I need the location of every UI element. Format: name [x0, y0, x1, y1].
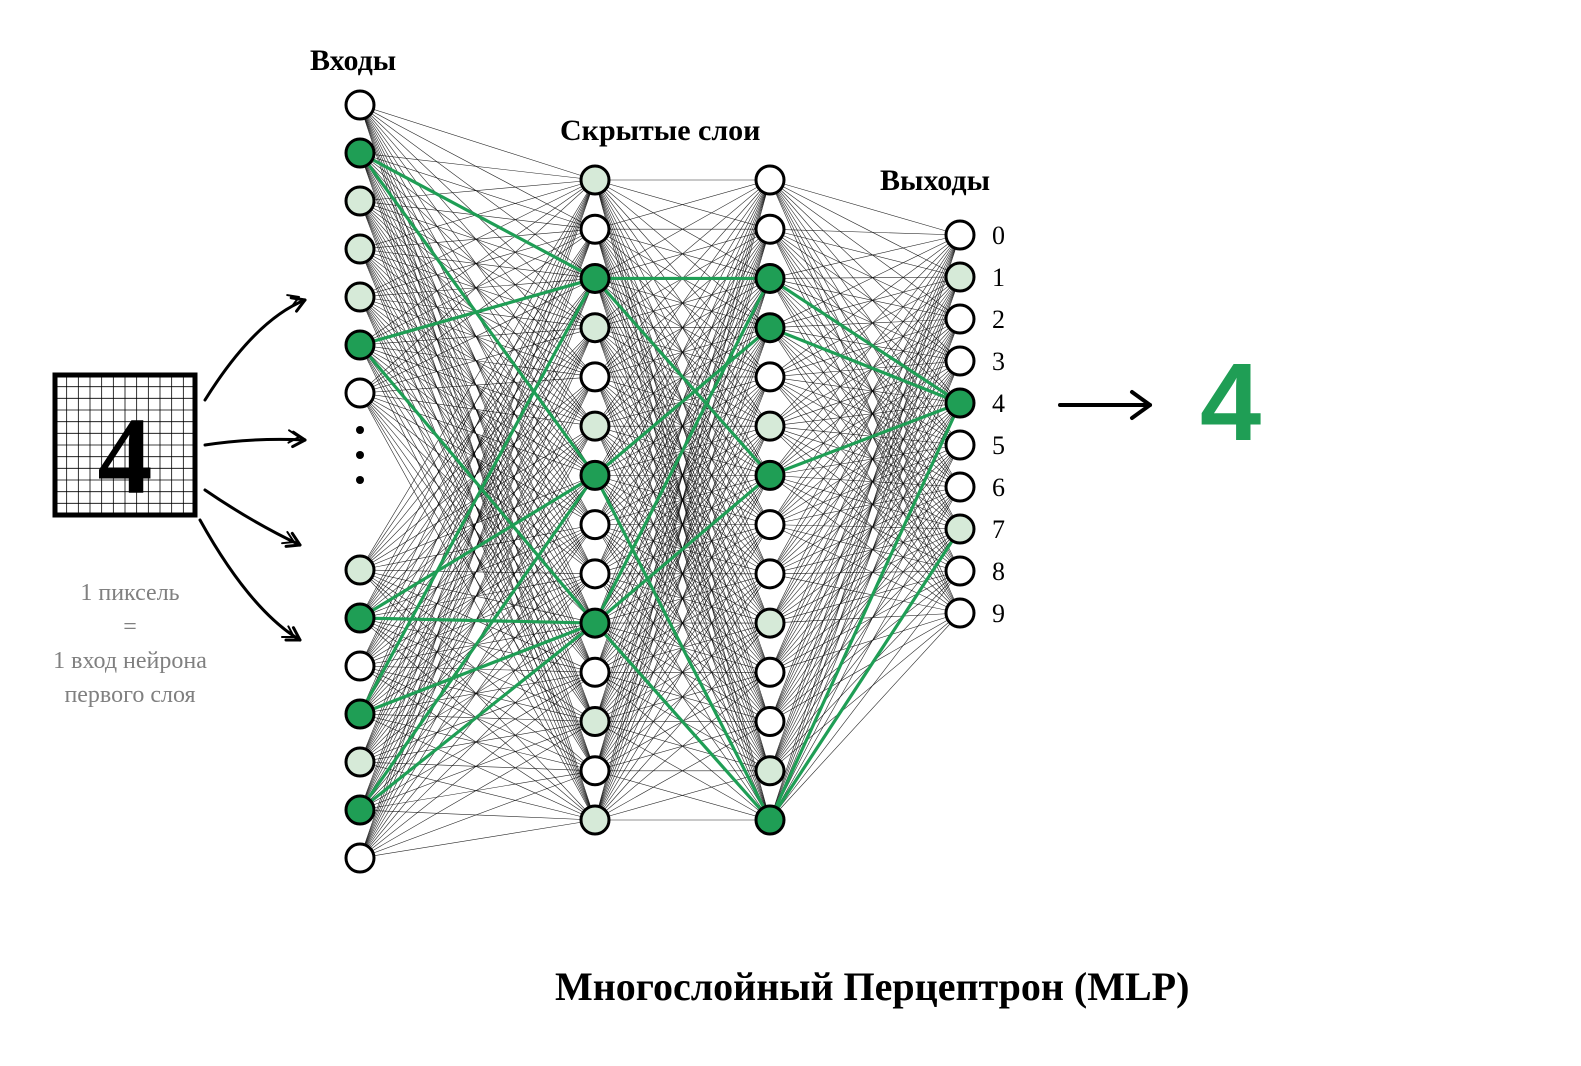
output-label-4: 4 [992, 389, 1005, 418]
input-node-3 [346, 235, 374, 263]
hidden2-node-1 [756, 215, 784, 243]
output-label-3: 3 [992, 347, 1005, 376]
ellipsis-dot [356, 451, 364, 459]
pixel_note_l2: = [123, 614, 137, 640]
output-node-1 [946, 263, 974, 291]
hidden2-node-12 [756, 757, 784, 785]
label-inputs: Входы [310, 44, 396, 77]
output-label-5: 5 [992, 431, 1005, 460]
input-node-10 [346, 700, 374, 728]
output-node-9 [946, 599, 974, 627]
hidden1-node-5 [581, 412, 609, 440]
hidden1-node-11 [581, 708, 609, 736]
pixel_note_l1: 1 пиксель [80, 580, 179, 606]
input-node-13 [346, 844, 374, 872]
hidden2-node-5 [756, 412, 784, 440]
hidden2-node-9 [756, 609, 784, 637]
ellipsis-dot [356, 426, 364, 434]
hidden2-node-10 [756, 658, 784, 686]
hidden2-node-13 [756, 806, 784, 834]
hidden1-node-1 [581, 215, 609, 243]
hidden1-node-2 [581, 264, 609, 292]
output-node-0 [946, 221, 974, 249]
input-glyph: 4 [98, 395, 153, 517]
hidden2-node-11 [756, 708, 784, 736]
output-label-6: 6 [992, 473, 1005, 502]
output-label-0: 0 [992, 221, 1005, 250]
predicted-digit: 4 [1200, 341, 1261, 464]
output-node-5 [946, 431, 974, 459]
pixel_note_l3: 1 вход нейрона [53, 648, 207, 674]
mlp-diagram: 0 1 2 3 4 5 6 7 8 9 Входы Скрытые слои Выходы Многосл… [0, 0, 1581, 1066]
input-node-9 [346, 652, 374, 680]
output-node-6 [946, 473, 974, 501]
input-node-7 [346, 556, 374, 584]
hidden1-node-12 [581, 757, 609, 785]
hidden1-node-8 [581, 560, 609, 588]
hidden1-node-6 [581, 461, 609, 489]
input-node-12 [346, 796, 374, 824]
label-outputs: Выходы [880, 164, 990, 197]
hidden1-node-7 [581, 511, 609, 539]
label-title: Многослойный Перцептрон (MLP) [555, 964, 1189, 1009]
hidden2-node-2 [756, 264, 784, 292]
input-node-8 [346, 604, 374, 632]
hidden2-node-6 [756, 461, 784, 489]
feed-arrows [200, 295, 305, 640]
output-node-8 [946, 557, 974, 585]
input-node-11 [346, 748, 374, 776]
hidden1-node-4 [581, 363, 609, 391]
output-label-8: 8 [992, 557, 1005, 586]
output-label-9: 9 [992, 599, 1005, 628]
hidden1-node-3 [581, 314, 609, 342]
input-node-1 [346, 139, 374, 167]
output-node-3 [946, 347, 974, 375]
hidden2-node-4 [756, 363, 784, 391]
output-label-2: 2 [992, 305, 1005, 334]
hidden1-node-9 [581, 609, 609, 637]
input-node-4 [346, 283, 374, 311]
hidden1-node-10 [581, 658, 609, 686]
output-label-7: 7 [992, 515, 1005, 544]
ellipsis-dot [356, 476, 364, 484]
output-node-4 [946, 389, 974, 417]
input-image: 4 [55, 375, 195, 517]
output-arrow [1060, 392, 1150, 418]
hidden2-node-3 [756, 314, 784, 342]
connections [360, 105, 960, 858]
input-node-2 [346, 187, 374, 215]
output-label-1: 1 [992, 263, 1005, 292]
input-node-5 [346, 331, 374, 359]
output-node-7 [946, 515, 974, 543]
hidden2-node-7 [756, 511, 784, 539]
hidden2-node-0 [756, 166, 784, 194]
hidden2-node-8 [756, 560, 784, 588]
hidden1-node-0 [581, 166, 609, 194]
label-hidden: Скрытые слои [560, 114, 760, 147]
pixel_note_l4: первого слоя [64, 682, 195, 708]
input-node-0 [346, 91, 374, 119]
input-node-6 [346, 379, 374, 407]
output-node-2 [946, 305, 974, 333]
hidden1-node-13 [581, 806, 609, 834]
